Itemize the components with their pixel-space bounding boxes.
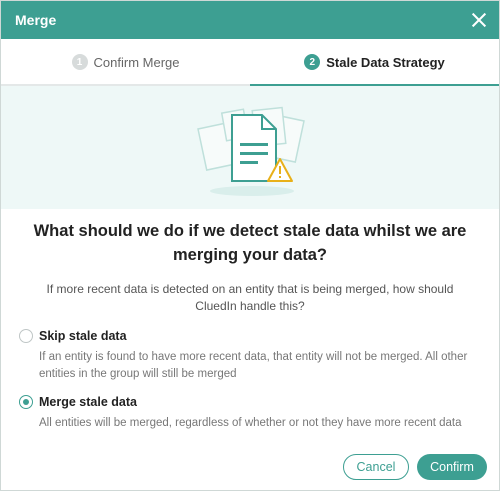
dialog-title: Merge bbox=[15, 12, 57, 28]
option-skip-stale-data: Skip stale data If an entity is found to… bbox=[19, 329, 481, 383]
cancel-button[interactable]: Cancel bbox=[343, 454, 409, 480]
close-icon[interactable] bbox=[471, 12, 487, 28]
dialog-footer: Cancel Confirm bbox=[1, 454, 499, 480]
hero-illustration-area bbox=[1, 86, 499, 209]
option-label: Merge stale data bbox=[39, 395, 137, 409]
radio-skip-stale-data[interactable] bbox=[19, 329, 33, 343]
confirm-button[interactable]: Confirm bbox=[417, 454, 487, 480]
step-label-confirm-merge: Confirm Merge bbox=[93, 54, 180, 70]
step-tabs: 1 Confirm Merge 2 Stale Data Strategy bbox=[1, 39, 499, 86]
question-subtitle: If more recent data is detected on an en… bbox=[46, 282, 454, 313]
option-description: If an entity is found to have more recen… bbox=[39, 351, 468, 380]
stale-document-warning-illustration bbox=[197, 106, 305, 196]
question-heading: What should we do if we detect stale dat… bbox=[33, 222, 467, 264]
step-number-2: 2 bbox=[304, 54, 321, 70]
step-number-1: 1 bbox=[71, 54, 88, 70]
strategy-options: Skip stale data If an entity is found to… bbox=[19, 329, 481, 432]
step-indicator-bar bbox=[250, 84, 499, 86]
option-merge-stale-data: Merge stale data All entities will be me… bbox=[19, 395, 481, 432]
radio-merge-stale-data[interactable] bbox=[19, 395, 33, 409]
option-label: Skip stale data bbox=[39, 329, 127, 343]
dialog-header: Merge bbox=[1, 1, 499, 39]
step-indicator-bar bbox=[1, 84, 250, 86]
option-row[interactable]: Skip stale data bbox=[19, 329, 481, 343]
merge-dialog: Merge 1 Confirm Merge 2 Stale Data Strat… bbox=[0, 0, 500, 491]
step-stale-data-strategy[interactable]: 2 Stale Data Strategy bbox=[250, 39, 499, 86]
option-row[interactable]: Merge stale data bbox=[19, 395, 481, 409]
step-label-stale-data-strategy: Stale Data Strategy bbox=[326, 54, 445, 70]
option-description: All entities will be merged, regardless … bbox=[39, 417, 462, 429]
step-confirm-merge[interactable]: 1 Confirm Merge bbox=[1, 39, 250, 86]
